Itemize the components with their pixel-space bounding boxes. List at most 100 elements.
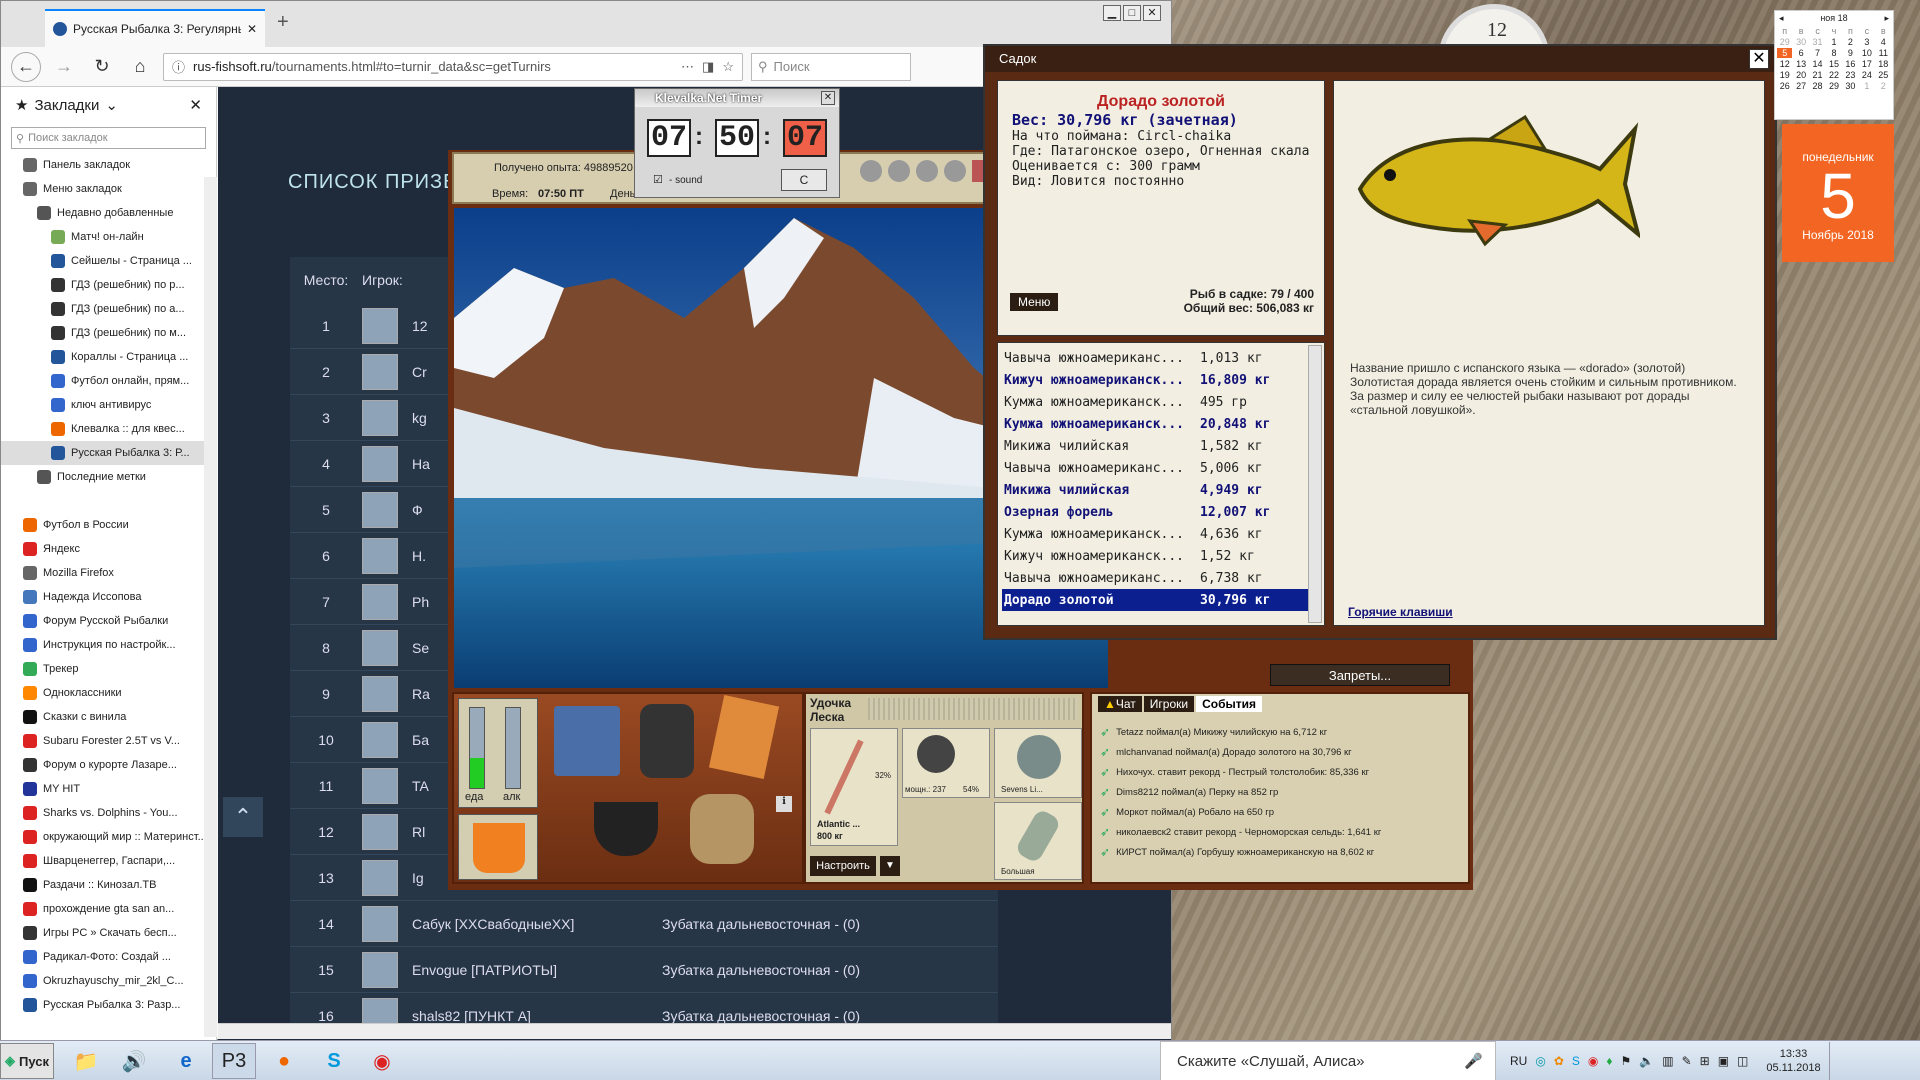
bookmark-item[interactable]: Раздачи :: Кинозал.ТВ — [1, 873, 216, 897]
line-slot[interactable]: Sevens Li... — [994, 728, 1082, 798]
row-player[interactable]: Envogue [ПАТРИОТЫ] — [412, 962, 662, 978]
network-icon[interactable]: ▥ — [1662, 1054, 1673, 1068]
tray-skype-icon[interactable]: S — [1572, 1054, 1580, 1068]
ie-icon[interactable]: e — [164, 1043, 208, 1079]
calendar-day[interactable]: 3 — [1859, 37, 1874, 47]
calendar-day[interactable]: 27 — [1793, 81, 1808, 91]
reel-slot[interactable]: мощн.: 237 54% — [902, 728, 990, 798]
calendar-day[interactable]: 6 — [1793, 48, 1808, 58]
bookmark-item[interactable]: Недавно добавленные — [1, 201, 216, 225]
row-player[interactable]: shals82 [ПУНКТ А] — [412, 1008, 662, 1024]
back-icon[interactable]: ← — [11, 51, 41, 82]
tray-app-icon[interactable]: ◎ — [1535, 1054, 1545, 1068]
microphone-icon[interactable]: 🎤 — [1464, 1052, 1483, 1070]
calendar-day[interactable]: 31 — [1810, 37, 1825, 47]
bookmark-item[interactable]: Клевалка :: для квес... — [1, 417, 216, 441]
bookmark-item[interactable]: Радикал-Фото: Создай ... — [1, 945, 216, 969]
sidebar-title[interactable]: Закладки — [34, 97, 99, 114]
alice-search-box[interactable]: Скажите «Слушай, Алиса» 🎤 — [1160, 1041, 1496, 1080]
bookmark-item[interactable]: Шварценеггер, Гаспари,... — [1, 849, 216, 873]
menu-button[interactable]: Меню — [1010, 293, 1059, 311]
tab-players[interactable]: Игроки — [1143, 696, 1195, 712]
tray-app-icon[interactable]: ✎ — [1682, 1054, 1692, 1068]
list-item[interactable]: Чавыча южноамериканс... 1,013 кг — [1002, 347, 1320, 369]
chevron-down-icon[interactable]: ⌄ — [105, 96, 118, 114]
rod-slot-icon[interactable] — [916, 160, 938, 182]
calendar-day[interactable]: 19 — [1777, 70, 1792, 80]
calendar-day[interactable]: 24 — [1859, 70, 1874, 80]
calendar-day[interactable]: 29 — [1826, 81, 1841, 91]
bookmark-item[interactable]: Сейшелы - Страница ... — [1, 249, 216, 273]
tackle-box-icon[interactable] — [554, 706, 620, 776]
bookmark-item[interactable]: Сказки с винила — [1, 705, 216, 729]
setup-button[interactable]: Настроить — [810, 856, 876, 876]
avatar[interactable] — [362, 721, 398, 758]
avatar[interactable] — [362, 353, 398, 390]
start-button[interactable]: ◈ Пуск — [0, 1043, 54, 1079]
bookmark-item[interactable]: Subaru Forester 2.5T vs V... — [1, 729, 216, 753]
url-bar[interactable]: ⓘ rus-fishsoft.ru/tournaments.html#to=tu… — [163, 52, 743, 81]
rod-slot[interactable]: 32% Atlantic ... 800 кг — [810, 728, 898, 846]
calendar-day[interactable]: 25 — [1876, 70, 1891, 80]
rr3-game-icon[interactable]: Р3 — [212, 1043, 256, 1079]
avatar[interactable] — [362, 537, 398, 574]
bookmark-item[interactable]: ГДЗ (решебник) по м... — [1, 321, 216, 345]
calendar-day[interactable]: 12 — [1777, 59, 1792, 69]
close-keepnet-button[interactable]: ✕ — [1749, 49, 1769, 69]
skype-icon[interactable]: S — [312, 1043, 356, 1079]
pot-icon[interactable] — [594, 802, 658, 856]
bookmark-item[interactable]: Панель закладок — [1, 153, 216, 177]
avatar[interactable] — [362, 629, 398, 666]
yandex-browser-icon[interactable]: ◉ — [360, 1043, 404, 1079]
bookmark-search-input[interactable]: ⚲ Поиск закладок — [11, 127, 206, 149]
creel-icon[interactable] — [690, 794, 754, 864]
info-icon[interactable]: ⓘ — [172, 57, 185, 76]
bookmark-star-icon[interactable]: ☆ — [722, 59, 734, 75]
bookmark-item[interactable]: ГДЗ (решебник) по р... — [1, 273, 216, 297]
row-player[interactable]: Сабук [XXСвабодныеXX] — [412, 916, 662, 932]
bookmark-item[interactable]: Sharks vs. Dolphins - You... — [1, 801, 216, 825]
bookmark-item[interactable]: Надежда Иссопова — [1, 585, 216, 609]
avatar[interactable] — [362, 399, 398, 436]
calendar-day[interactable]: 9 — [1843, 48, 1858, 58]
calendar-day[interactable]: 2 — [1876, 81, 1891, 91]
close-timer-button[interactable]: ✕ — [821, 91, 835, 105]
explorer-icon[interactable]: 📁 — [64, 1043, 108, 1079]
dropdown-arrow-icon[interactable]: ▼ — [880, 856, 900, 876]
avatar[interactable] — [362, 905, 398, 942]
avatar[interactable] — [362, 675, 398, 712]
list-item[interactable]: Чавыча южноамериканс... 5,006 кг — [1002, 457, 1320, 479]
list-item[interactable]: Кумжа южноамериканск... 4,636 кг — [1002, 523, 1320, 545]
home-icon[interactable]: ⌂ — [125, 52, 155, 82]
bookmark-item[interactable]: Последние метки — [1, 465, 216, 489]
calendar-day[interactable]: 16 — [1843, 59, 1858, 69]
avatar[interactable] — [362, 307, 398, 344]
calendar-day[interactable]: 20 — [1793, 70, 1808, 80]
bookmark-item[interactable]: окружающий мир :: Материнст... — [1, 825, 216, 849]
bans-button[interactable]: Запреты... — [1270, 664, 1450, 686]
bookmark-item[interactable]: Одноклассники — [1, 681, 216, 705]
bookmark-item[interactable]: ключ антивирус — [1, 393, 216, 417]
minimize-button[interactable]: ▁ — [1103, 5, 1121, 21]
pocket-icon[interactable]: ◨ — [702, 59, 714, 75]
backpack-icon[interactable] — [640, 704, 694, 778]
bookmark-item[interactable]: прохождение gta san an... — [1, 897, 216, 921]
info-icon[interactable]: ℹ — [776, 796, 792, 812]
maximize-button[interactable]: □ — [1123, 5, 1141, 21]
sound-checkbox[interactable]: ☑ — [653, 173, 663, 186]
rod-slot-icon[interactable] — [860, 160, 882, 182]
list-item[interactable]: Дорадо золотой 30,796 кг — [1002, 589, 1320, 611]
list-item[interactable]: Микижа чилийская 1,582 кг — [1002, 435, 1320, 457]
list-item[interactable]: Озерная форель 12,007 кг — [1002, 501, 1320, 523]
lure-slot[interactable]: Большая — [994, 802, 1082, 880]
tray-app-icon[interactable]: ♦ — [1606, 1054, 1612, 1068]
close-tab-icon[interactable]: ✕ — [247, 22, 257, 36]
calendar-day[interactable]: 2 — [1843, 37, 1858, 47]
bookmark-item[interactable]: Игры PC » Скачать бесп... — [1, 921, 216, 945]
calendar-day[interactable]: 22 — [1826, 70, 1841, 80]
horizontal-scrollbar[interactable] — [218, 1023, 1171, 1039]
tray-app-icon[interactable]: ✿ — [1554, 1054, 1564, 1068]
calendar-day[interactable]: 8 — [1826, 48, 1841, 58]
reload-icon[interactable]: ↻ — [87, 52, 117, 82]
calendar-day[interactable]: 4 — [1876, 37, 1891, 47]
